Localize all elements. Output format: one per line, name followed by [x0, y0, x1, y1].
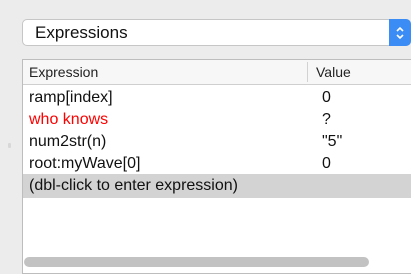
table-row[interactable]: ramp[index] 0	[23, 86, 411, 108]
value-cell: ?	[322, 111, 331, 128]
value-cell: 0	[322, 89, 331, 106]
expressions-table: Expression Value ramp[index] 0 who knows…	[22, 59, 411, 274]
splitter-handle[interactable]	[8, 143, 11, 148]
column-header-value[interactable]: Value	[316, 60, 351, 84]
expression-cell[interactable]: num2str(n)	[29, 132, 106, 151]
new-expression-cell[interactable]: (dbl-click to enter expression)	[29, 176, 238, 195]
popup-arrows-icon[interactable]	[389, 19, 411, 46]
table-header: Expression Value	[23, 60, 411, 85]
popup-selected-label: Expressions	[35, 23, 128, 42]
value-cell: "5"	[322, 133, 343, 150]
table-row[interactable]: num2str(n) "5"	[23, 130, 411, 152]
expression-cell[interactable]: who knows	[29, 110, 108, 129]
table-row[interactable]: who knows ?	[23, 108, 411, 130]
expression-cell[interactable]: ramp[index]	[29, 88, 113, 107]
expressions-popup[interactable]: Expressions	[22, 19, 411, 46]
horizontal-scrollbar[interactable]	[24, 257, 369, 267]
value-cell: 0	[322, 155, 331, 172]
table-row[interactable]: root:myWave[0] 0	[23, 152, 411, 174]
expression-cell[interactable]: root:myWave[0]	[29, 154, 140, 173]
column-divider[interactable]	[307, 62, 308, 82]
column-header-expression[interactable]: Expression	[29, 60, 98, 84]
table-row-new-expression[interactable]: (dbl-click to enter expression)	[23, 174, 411, 198]
